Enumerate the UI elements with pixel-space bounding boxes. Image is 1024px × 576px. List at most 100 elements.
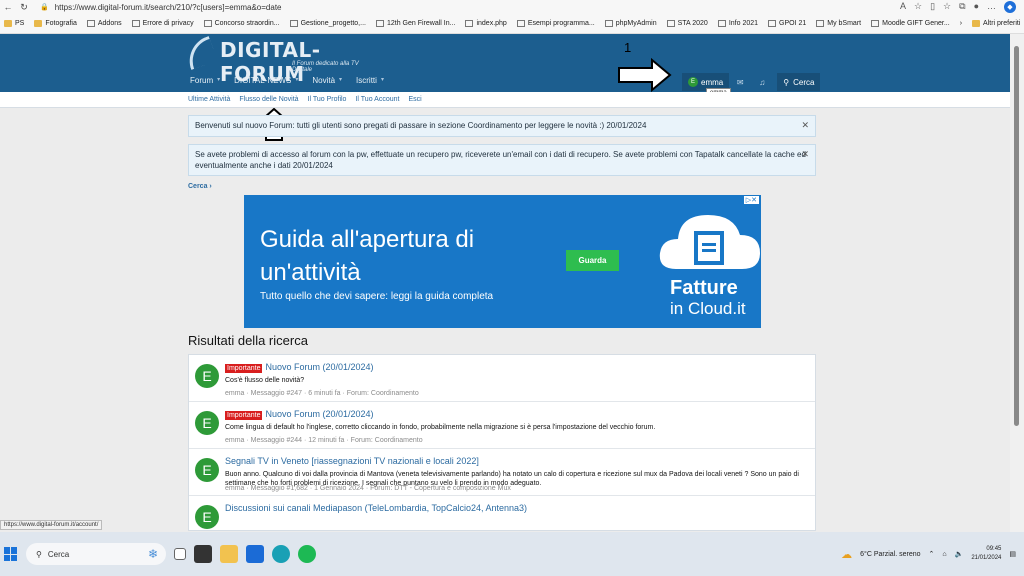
- taskbar-search[interactable]: ⚲ Cerca ❄: [26, 543, 166, 565]
- store-icon[interactable]: [194, 545, 212, 563]
- important-badge: Importante: [225, 411, 263, 420]
- favorites-icon[interactable]: ☆: [943, 1, 951, 13]
- bookmark-13[interactable]: My bSmart: [816, 20, 861, 27]
- split-screen-icon[interactable]: ▯: [930, 1, 935, 13]
- nav-item-0[interactable]: Forum ▾: [190, 76, 220, 85]
- bookmark-3[interactable]: Errore di privacy: [131, 20, 194, 27]
- ad-headline: Guida all'apertura di un'attività: [260, 226, 475, 286]
- chevron-right-icon[interactable]: ›: [960, 20, 962, 27]
- search-result: E Segnali TV in Veneto [riassegnazioni TV…: [189, 449, 815, 496]
- result-title[interactable]: Importante Nuovo Forum (20/01/2024): [225, 362, 374, 373]
- chevron-down-icon: ▾: [295, 77, 299, 83]
- close-icon[interactable]: ✕: [801, 149, 809, 160]
- search-icon: ⚲: [36, 549, 42, 559]
- bookmark-11[interactable]: Info 2021: [717, 20, 758, 27]
- bookmark-5[interactable]: Gestione_progetto,...: [289, 20, 366, 27]
- author-avatar[interactable]: E: [195, 458, 219, 482]
- bookmark-10[interactable]: STA 2020: [666, 20, 708, 27]
- breadcrumb[interactable]: Cerca ›: [188, 183, 212, 190]
- author-avatar[interactable]: E: [195, 411, 219, 435]
- site-header: [0, 34, 1010, 92]
- bookmark-12[interactable]: GPOI 21: [768, 20, 806, 27]
- results-heading: Risultati della ricerca: [188, 333, 308, 348]
- search-result: E Discussioni sui canali Mediapason (Tele…: [189, 496, 815, 530]
- logo-swoosh: [182, 35, 218, 71]
- subnav-link-4[interactable]: Esci: [408, 96, 421, 103]
- spotify-icon[interactable]: [298, 545, 316, 563]
- bookmark-4[interactable]: Concorso straordin...: [203, 20, 280, 27]
- important-badge: Importante: [225, 364, 263, 373]
- chevron-up-icon[interactable]: ⌃: [929, 550, 935, 558]
- bookmark-9[interactable]: phpMyAdmin: [604, 20, 657, 27]
- chevron-down-icon: ▾: [339, 77, 343, 83]
- edge-icon[interactable]: [272, 545, 290, 563]
- author-avatar[interactable]: E: [195, 505, 219, 529]
- copilot-icon[interactable]: ◆: [1004, 1, 1016, 13]
- subnav-link-2[interactable]: Il Tuo Profilo: [308, 96, 347, 103]
- sub-nav: Ultime Attività Flusso delle Novità Il Tuo…: [0, 92, 1010, 108]
- page-icon: [871, 20, 880, 27]
- close-icon[interactable]: ✕: [801, 120, 809, 131]
- subnav-link-0[interactable]: Ultime Attività: [188, 96, 230, 103]
- subnav-link-1[interactable]: Flusso delle Novità: [239, 96, 298, 103]
- bookmark-6[interactable]: 12th Gen Firewall In...: [375, 20, 455, 27]
- bell-icon[interactable]: ♫: [751, 73, 773, 91]
- ad-choices-icon[interactable]: ▷✕: [743, 196, 759, 204]
- scrollbar[interactable]: [1010, 34, 1024, 532]
- nav-item-2[interactable]: Novità ▾: [312, 76, 342, 85]
- annotation-arrow-right: [618, 58, 672, 92]
- result-title[interactable]: Importante Nuovo Forum (20/01/2024): [225, 409, 374, 420]
- notice-password: Se avete problemi di accesso al forum co…: [188, 144, 816, 176]
- status-url-tooltip: https://www.digital-forum.it/account/: [0, 520, 103, 530]
- bookmark-14[interactable]: Moodle GIFT Gener...: [871, 20, 950, 27]
- collections-icon[interactable]: ⧉: [959, 1, 965, 13]
- page-icon: [768, 20, 777, 27]
- result-snippet: Come lingua di default ho l'inglese, cor…: [225, 424, 656, 431]
- bookmark-0[interactable]: PS: [4, 20, 24, 27]
- back-icon[interactable]: ←: [0, 2, 16, 12]
- profile-icon[interactable]: ●: [974, 1, 979, 13]
- site-logo[interactable]: DIGITAL-FORUM Il Forum dedicato alla TV …: [182, 35, 376, 86]
- search-result: E Importante Nuovo Forum (20/01/2024) Cos'è…: [189, 355, 815, 402]
- read-aloud-icon[interactable]: A: [900, 1, 906, 13]
- main-nav: Forum ▾ DIGITAL-NEWS ▾ Novità ▾ Iscritti ▾: [190, 76, 384, 85]
- taskbar-search-label: Cerca: [47, 549, 70, 559]
- weather-text[interactable]: 6°C Parzial. sereno: [860, 551, 920, 558]
- user-avatar: E: [688, 77, 698, 87]
- result-meta: emma · Messaggio #1,682 · 1 Gennaio 2024…: [225, 485, 511, 492]
- more-icon[interactable]: …: [987, 1, 996, 13]
- result-title[interactable]: Segnali TV in Veneto [riassegnazioni TV …: [225, 456, 479, 466]
- ad-brand-line2: in Cloud.it: [670, 299, 746, 318]
- result-title[interactable]: Discussioni sui canali Mediapason (TeleL…: [225, 503, 527, 513]
- mail-icon[interactable]: [246, 545, 264, 563]
- bookmark-2[interactable]: Addons: [86, 20, 122, 27]
- envelope-icon[interactable]: ✉: [729, 73, 751, 91]
- notification-icon[interactable]: ▤: [1009, 550, 1016, 558]
- subnav-link-3[interactable]: Il Tuo Account: [355, 96, 399, 103]
- nav-item-3[interactable]: Iscritti ▾: [356, 76, 384, 85]
- nav-item-1[interactable]: DIGITAL-NEWS ▾: [234, 76, 298, 85]
- page-icon: [816, 20, 825, 27]
- network-icon[interactable]: ⌂: [942, 551, 946, 558]
- bookmark-8[interactable]: Esempi programma...: [516, 20, 595, 27]
- advertisement-banner[interactable]: Guida all'apertura di un'attività Tutto …: [244, 195, 761, 328]
- search-icon: ⚲: [783, 77, 790, 87]
- ad-subtext: Tutto quello che devi sapere: leggi la g…: [260, 291, 494, 302]
- search-button[interactable]: ⚲ Cerca: [777, 73, 821, 91]
- bookmark-1[interactable]: Fotografia: [34, 20, 77, 27]
- clock[interactable]: 09:45 21/01/2024: [971, 545, 1001, 563]
- reload-icon[interactable]: ↻: [16, 2, 32, 13]
- address-bar[interactable]: 🔒 https://www.digital-forum.it/search/21…: [40, 2, 800, 13]
- scrollbar-thumb[interactable]: [1014, 46, 1019, 426]
- other-bookmarks[interactable]: Altri preferiti: [972, 20, 1020, 27]
- bookmark-7[interactable]: index.php: [465, 20, 507, 27]
- author-avatar[interactable]: E: [195, 364, 219, 388]
- results-list: E Importante Nuovo Forum (20/01/2024) Cos'è…: [188, 354, 816, 531]
- result-snippet: Cos'è flusso delle novità?: [225, 377, 305, 384]
- file-explorer-icon[interactable]: [220, 545, 238, 563]
- task-view-icon[interactable]: [174, 548, 186, 560]
- favorite-star-icon[interactable]: ☆: [914, 1, 922, 13]
- windows-start-icon[interactable]: [4, 547, 18, 561]
- volume-icon[interactable]: 🔈: [955, 550, 964, 558]
- ad-button[interactable]: Guarda: [566, 250, 619, 271]
